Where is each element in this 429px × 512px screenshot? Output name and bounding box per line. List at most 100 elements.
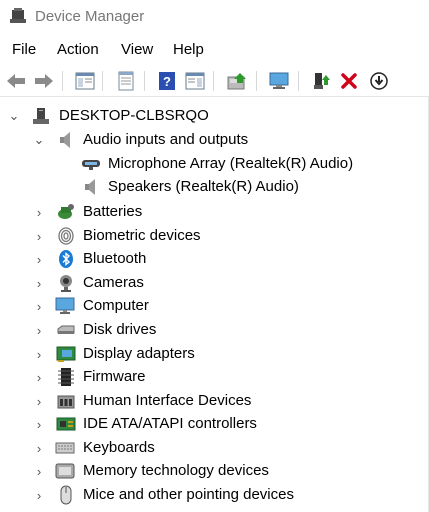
properties-sheet-icon xyxy=(118,71,134,91)
tree-node-keyboards[interactable]: › Keyboards xyxy=(0,437,429,460)
tree-node-firmware[interactable]: › Firmware xyxy=(0,366,429,389)
chip-icon xyxy=(58,368,74,386)
menu-action[interactable]: Action xyxy=(57,41,99,58)
monitor-icon xyxy=(269,72,289,89)
down-arrow-circle-icon xyxy=(370,72,388,90)
tree-node-label: Biometric devices xyxy=(83,227,201,244)
display-adapter-icon xyxy=(56,346,76,362)
chevron-right-icon[interactable]: › xyxy=(33,227,45,245)
tree-node-label: Firmware xyxy=(83,368,146,385)
menu-view[interactable]: View xyxy=(121,41,153,58)
show-hide-console-tree-button[interactable] xyxy=(73,69,97,93)
tree-node-label: Memory technology devices xyxy=(83,462,269,479)
toolbar-separator xyxy=(62,71,63,91)
tree-node-label: Mice and other pointing devices xyxy=(83,486,294,503)
uninstall-device-button[interactable] xyxy=(337,69,361,93)
computer-tower-icon xyxy=(33,108,49,124)
chevron-right-icon[interactable]: › xyxy=(33,415,45,433)
tree-leaf-speakers[interactable]: Speakers (Realtek(R) Audio) xyxy=(0,176,429,199)
fingerprint-icon xyxy=(58,227,74,245)
hid-icon xyxy=(57,395,75,409)
tree-node-label: Disk drives xyxy=(83,321,157,338)
toolbar-separator xyxy=(213,71,214,91)
chevron-right-icon[interactable]: › xyxy=(33,439,45,457)
arrow-right-icon xyxy=(35,74,53,88)
toolbar-separator xyxy=(298,71,299,91)
menu-bar: File Action View Help xyxy=(0,38,429,62)
show-action-pane-button[interactable] xyxy=(183,69,207,93)
help-button[interactable]: ? xyxy=(155,69,179,93)
tree-node-label: Computer xyxy=(83,297,149,314)
speaker-icon xyxy=(60,132,70,148)
chevron-right-icon[interactable]: › xyxy=(33,274,45,292)
toolbar: ? xyxy=(0,66,429,97)
monitor-icon xyxy=(55,297,75,314)
ide-controller-icon xyxy=(56,417,76,431)
toolbar-separator xyxy=(102,71,103,91)
tree-node-label: Cameras xyxy=(83,274,144,291)
plug-in-icon xyxy=(314,73,330,89)
update-driver-button[interactable] xyxy=(225,69,249,93)
webcam-icon xyxy=(60,275,72,292)
toolbar-separator xyxy=(144,71,145,91)
microphone-icon xyxy=(82,160,100,170)
battery-icon xyxy=(58,204,74,219)
tree-node-hid[interactable]: › Human Interface Devices xyxy=(0,390,429,413)
tree-node-computer[interactable]: › Computer xyxy=(0,295,429,318)
help-icon: ? xyxy=(159,72,175,90)
chevron-right-icon[interactable]: › xyxy=(33,297,45,315)
tree-node-audio[interactable]: ⌄ Audio inputs and outputs xyxy=(0,129,429,152)
tree-root[interactable]: ⌄ DESKTOP-CLBSRQO xyxy=(0,105,429,128)
tree-root-label: DESKTOP-CLBSRQO xyxy=(59,107,209,124)
tree-node-batteries[interactable]: › Batteries xyxy=(0,201,429,224)
tree-node-mice[interactable]: › Mice and other pointing devices xyxy=(0,484,429,507)
disk-drive-icon xyxy=(57,325,75,334)
mouse-icon xyxy=(60,485,72,505)
console-tree-icon xyxy=(75,72,95,90)
properties-button[interactable] xyxy=(114,69,138,93)
tree-node-display-adapters[interactable]: › Display adapters xyxy=(0,343,429,366)
tree-node-label: Bluetooth xyxy=(83,250,147,267)
keyboard-icon xyxy=(55,442,75,454)
back-button[interactable] xyxy=(4,69,28,93)
tree-leaf-microphone[interactable]: Microphone Array (Realtek(R) Audio) xyxy=(0,153,429,176)
menu-help[interactable]: Help xyxy=(173,41,204,58)
chevron-right-icon[interactable]: › xyxy=(33,392,45,410)
chevron-right-icon[interactable]: › xyxy=(33,486,45,504)
window-title: Device Manager xyxy=(35,8,145,25)
tree-node-ide[interactable]: › IDE ATA/ATAPI controllers xyxy=(0,413,429,436)
chevron-down-icon[interactable]: ⌄ xyxy=(8,107,20,125)
update-driver-icon xyxy=(227,73,246,90)
tree-leaf-label: Speakers (Realtek(R) Audio) xyxy=(108,178,299,195)
chevron-down-icon[interactable]: ⌄ xyxy=(33,131,45,149)
disable-device-button[interactable] xyxy=(367,69,391,93)
tree-node-label: Batteries xyxy=(83,203,143,220)
menu-file[interactable]: File xyxy=(12,41,36,58)
tree-node-label: IDE ATA/ATAPI controllers xyxy=(83,415,257,432)
tree-node-label: Keyboards xyxy=(83,439,155,456)
action-pane-icon xyxy=(185,72,205,90)
chevron-right-icon[interactable]: › xyxy=(33,203,45,221)
red-x-icon xyxy=(341,73,357,89)
bluetooth-icon xyxy=(59,250,73,268)
enable-device-button[interactable] xyxy=(309,69,333,93)
chevron-right-icon[interactable]: › xyxy=(33,368,45,386)
tree-node-label: Audio inputs and outputs xyxy=(83,131,249,148)
scan-hardware-button[interactable] xyxy=(267,69,291,93)
tree-node-disk-drives[interactable]: › Disk drives xyxy=(0,319,429,342)
forward-button[interactable] xyxy=(32,69,56,93)
chevron-right-icon[interactable]: › xyxy=(33,321,45,339)
tree-node-biometric[interactable]: › Biometric devices xyxy=(0,225,429,248)
tree-node-bluetooth[interactable]: › Bluetooth xyxy=(0,248,429,271)
chevron-right-icon[interactable]: › xyxy=(33,345,45,363)
tree-node-memory[interactable]: › Memory technology devices xyxy=(0,460,429,483)
toolbar-separator xyxy=(256,71,257,91)
tree-node-cameras[interactable]: › Cameras xyxy=(0,272,429,295)
chevron-right-icon[interactable]: › xyxy=(33,462,45,480)
title-bar: Device Manager xyxy=(0,0,429,34)
memory-card-icon xyxy=(55,463,75,479)
computer-management-icon xyxy=(10,8,26,23)
speaker-icon xyxy=(85,179,95,195)
chevron-right-icon[interactable]: › xyxy=(33,250,45,268)
tree-node-label: Human Interface Devices xyxy=(83,392,252,409)
